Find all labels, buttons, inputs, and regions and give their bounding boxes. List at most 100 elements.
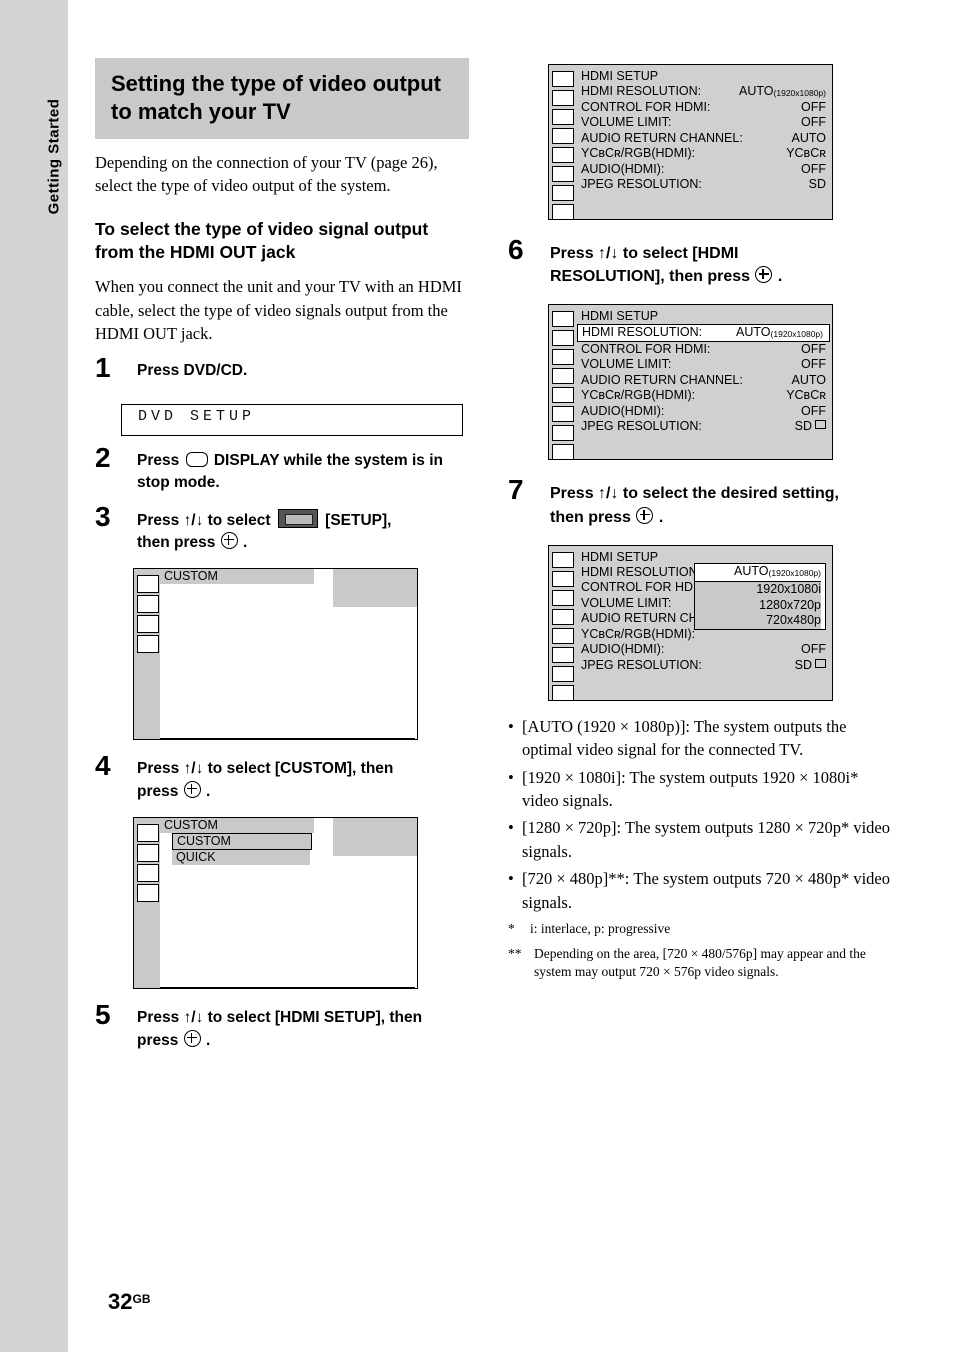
osd-notch <box>137 864 159 883</box>
hdmi-row: YCʙCʀ/RGB(HDMI): YCʙCʀ <box>575 146 832 162</box>
osd-row-custom: CUSTOM <box>160 818 314 834</box>
hdmi-row-label: VOLUME LIMIT: <box>581 595 672 610</box>
enter-button-icon <box>636 506 654 524</box>
option-720x480p[interactable]: 720x480p <box>695 613 821 629</box>
hdmi-tick <box>552 665 574 682</box>
step-5-text: Press ↑/↓ to select [HDMI SETUP], then p… <box>137 1009 423 1049</box>
hdmi-tick <box>552 425 574 442</box>
hdmi-row-selected[interactable]: HDMI RESOLUTION: AUTO(1920x1080p) <box>577 324 830 342</box>
hdmi-title: HDMI SETUP <box>581 69 659 83</box>
hdmi-tick <box>552 147 574 163</box>
hdmi-row-label: HDMI RESOLUTION: <box>582 325 703 340</box>
hdmi-tick <box>552 166 574 182</box>
hdmi-row-value-text: SD <box>808 177 826 191</box>
osd-notch <box>137 824 159 843</box>
hdmi-row: AUDIO RETURN CHANNEL: AUTO <box>575 131 832 147</box>
hdmi-row-label: AUDIO RETURN CHANNEL: <box>581 130 743 145</box>
hdmi-row-value-sub: (1920x1080p) <box>770 329 823 340</box>
bullet-480p: [720 × 480p]**: The system outputs 720 ×… <box>508 867 898 914</box>
step-2-text-pre: Press <box>137 451 180 469</box>
hdmi-tick <box>552 128 574 144</box>
step-4-text-pre: Press ↑/↓ to select [CUSTOM], then <box>137 760 394 778</box>
sd-box-icon <box>815 658 826 668</box>
hdmi-row: AUDIO RETURN CHANNEL: AUTO <box>575 373 832 389</box>
hdmi-tick <box>552 551 574 568</box>
osd-screen-custom-quick: CUSTOM CUSTOM QUICK <box>133 817 418 990</box>
osd-inner: CUSTOM CUSTOM QUICK <box>160 818 417 989</box>
bullet-1080i: [1920 × 1080i]: The system outputs 1920 … <box>508 766 898 813</box>
footnote-2: ** Depending on the area, [720 × 480/576… <box>508 945 898 982</box>
step-4: 4 Press ↑/↓ to select [CUSTOM], then pre… <box>95 752 469 803</box>
hdmi-row-value: YCʙCʀ <box>786 146 826 160</box>
hdmi-title: HDMI SETUP <box>581 309 659 324</box>
hdmi-tick <box>552 646 574 663</box>
hdmi-tick <box>552 368 574 385</box>
option-1280x720p[interactable]: 1280x720p <box>695 597 821 614</box>
hdmi-row-label: JPEG RESOLUTION: <box>581 177 702 191</box>
step-5-text-post: press <box>137 1031 179 1049</box>
hdmi-tick <box>552 387 574 404</box>
hdmi-row-label: YCʙCʀ/RGB(HDMI): <box>581 146 696 160</box>
hdmi-tick <box>552 71 574 87</box>
page-number-value: 32 <box>108 1289 133 1314</box>
hdmi-row-label: VOLUME LIMIT: <box>581 115 672 129</box>
hdmi-row-value-text: AUTO <box>736 325 771 340</box>
hdmi-row-value: OFF <box>801 357 826 372</box>
hdmi-row: YCʙCʀ/RGB(HDMI): YCʙCʀ <box>575 388 832 404</box>
hdmi-tick-column <box>552 71 574 223</box>
step-6-text-mid: RESOLUTION], then press <box>550 268 751 286</box>
osd-notch <box>137 884 159 903</box>
hdmi-row-label: VOLUME LIMIT: <box>581 357 672 372</box>
step-3-text-mid: [SETUP], <box>325 511 392 529</box>
hdmi-row-label: AUDIO(HDMI): <box>581 642 665 657</box>
option-auto-sub: (1920x1080p) <box>768 567 821 578</box>
osd-grey-block <box>333 569 417 608</box>
hdmi-row-label: CONTROL FOR HDMI: <box>581 99 711 114</box>
hdmi-row-value-text: SD <box>794 657 812 672</box>
osd-notch <box>137 575 159 594</box>
hdmi-row-value-sub: (1920x1080p) <box>773 88 826 98</box>
hdmi-tick <box>552 608 574 625</box>
hdmi-row-value: OFF <box>801 99 826 114</box>
step-2: 2 Press DISPLAY while the system is in s… <box>95 443 469 495</box>
step-6-text-pre: Press ↑/↓ to select [HDMI <box>550 245 739 262</box>
osd-notch <box>137 615 159 634</box>
hdmi-body: HDMI SETUP HDMI RESOLUTION: AUTO(1920x10… <box>575 545 832 700</box>
enter-button-icon <box>220 532 238 550</box>
hdmi-row: VOLUME LIMIT: OFF <box>575 115 832 131</box>
enter-button-icon <box>755 266 773 284</box>
bullet-auto: [AUTO (1920 × 1080p)]: The system output… <box>508 715 898 762</box>
osd-notch <box>137 844 159 863</box>
step-6: 6 Press ↑/↓ to select [HDMI RESOLUTION],… <box>508 236 898 288</box>
resolution-option-descriptions: [AUTO (1920 × 1080p)]: The system output… <box>508 715 898 914</box>
footnote-1-mark: * <box>508 921 515 937</box>
hdmi-tick <box>552 204 574 220</box>
setup-icon <box>277 508 318 528</box>
hdmi-title: HDMI SETUP <box>581 549 659 564</box>
hdmi-row-value-text: AUTO <box>739 84 774 98</box>
step-7-number: 7 <box>508 474 524 506</box>
osd-row-custom: CUSTOM <box>160 569 314 585</box>
hdmi-row-label: AUDIO(HDMI): <box>581 403 665 418</box>
hdmi-tick-column <box>552 311 574 463</box>
hdmi-row-label: AUDIO RETURN CH <box>581 611 698 626</box>
step-5: 5 Press ↑/↓ to select [HDMI SETUP], then… <box>95 1001 469 1052</box>
option-1920x1080i[interactable]: 1920x1080i <box>695 582 821 598</box>
hdmi-tick <box>552 570 574 587</box>
front-panel-display: DVD SETUP <box>121 403 463 436</box>
hdmi-tick <box>552 627 574 644</box>
page-content: Setting the type of video output to matc… <box>0 0 954 1352</box>
hdmi-resolution-option-list[interactable]: AUTO(1920x1080p) 1920x1080i 1280x720p 72… <box>694 562 826 630</box>
hdmi-row-label: AUDIO RETURN CHANNEL: <box>581 372 743 387</box>
hdmi-row-value: OFF <box>801 403 826 418</box>
option-auto[interactable]: AUTO(1920x1080p) <box>695 563 821 583</box>
osd-row-custom-selected: CUSTOM <box>172 833 312 851</box>
hdmi-row-label: HDMI RESOLUTION: <box>581 564 702 579</box>
hdmi-tick <box>552 406 574 423</box>
hdmi-row: CONTROL FOR HDMI: OFF <box>575 100 832 116</box>
intro-paragraph: Depending on the connection of your TV (… <box>95 153 438 196</box>
hdmi-tick <box>552 90 574 106</box>
step-1: 1 Press DVD/CD. <box>95 353 469 390</box>
step-7-text-pre: Press ↑/↓ to select the desired setting, <box>550 485 839 503</box>
hdmi-row-value: OFF <box>801 161 826 176</box>
